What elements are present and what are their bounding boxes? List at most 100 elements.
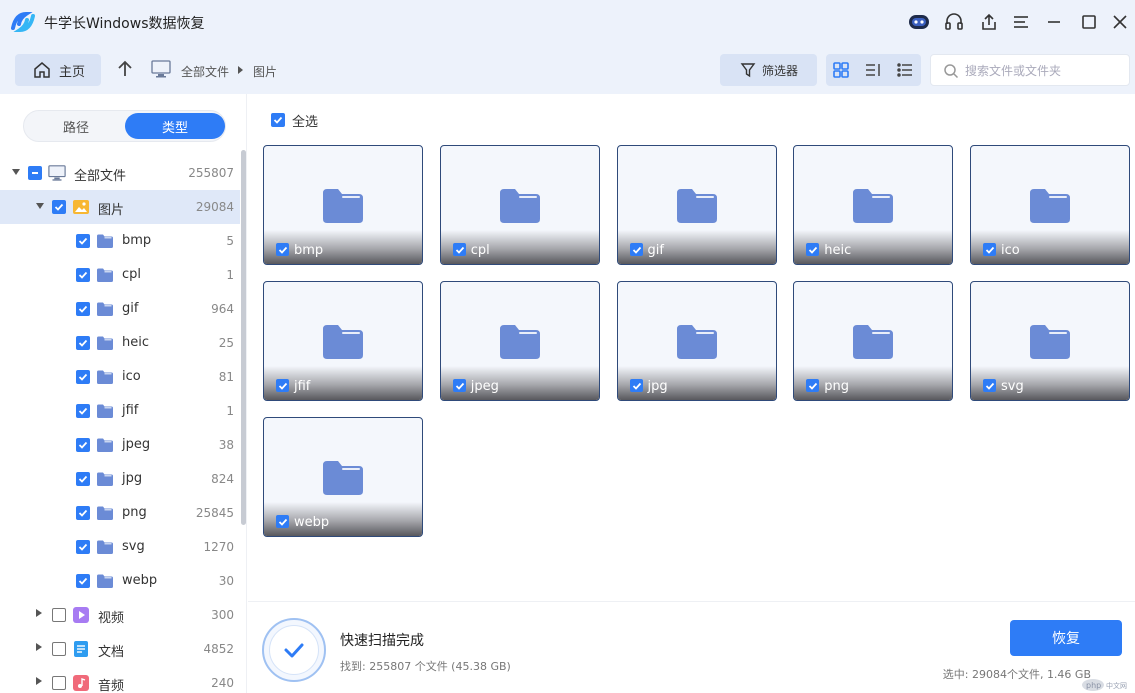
tree-checkbox[interactable] bbox=[76, 472, 90, 486]
tree-item-count: 30 bbox=[218, 574, 234, 588]
caret-right-icon[interactable] bbox=[36, 677, 42, 685]
card-checkbox[interactable] bbox=[806, 379, 820, 392]
tab-path[interactable]: 路径 bbox=[26, 113, 126, 139]
tree-checkbox[interactable] bbox=[76, 404, 90, 418]
caret-right-icon[interactable] bbox=[36, 609, 42, 617]
maximize-icon bbox=[1082, 15, 1096, 29]
search-input[interactable] bbox=[965, 61, 1125, 81]
tree-checkbox[interactable] bbox=[76, 302, 90, 316]
support-button[interactable] bbox=[940, 8, 968, 36]
tree-checkbox[interactable] bbox=[76, 506, 90, 520]
tree-item-heic[interactable]: heic 25 bbox=[0, 326, 240, 360]
go-up-button[interactable] bbox=[114, 58, 136, 80]
card-checkbox[interactable] bbox=[276, 243, 289, 256]
menu-button[interactable] bbox=[1007, 8, 1035, 36]
tree-item-bmp[interactable]: bmp 5 bbox=[0, 224, 240, 258]
card-checkbox[interactable] bbox=[276, 379, 289, 392]
tree-checkbox[interactable] bbox=[52, 608, 66, 622]
tree-checkbox[interactable] bbox=[76, 540, 90, 554]
folder-card[interactable]: webp bbox=[263, 417, 423, 537]
tree-item-count: 38 bbox=[218, 438, 234, 452]
home-button[interactable]: 主页 bbox=[15, 54, 101, 86]
breadcrumb-all-files[interactable]: 全部文件 bbox=[181, 63, 229, 80]
tree-item-count: 29084 bbox=[195, 200, 234, 214]
folder-icon bbox=[96, 232, 114, 250]
tree-checkbox[interactable] bbox=[52, 200, 66, 214]
recover-button[interactable]: 恢复 bbox=[1010, 620, 1122, 656]
card-checkbox[interactable] bbox=[983, 243, 996, 256]
card-checkbox[interactable] bbox=[806, 243, 820, 256]
tree-item-count: 1 bbox=[226, 268, 234, 282]
select-all-label: 全选 bbox=[292, 114, 319, 130]
tree-item-ico[interactable]: ico 81 bbox=[0, 360, 240, 394]
card-checkbox[interactable] bbox=[629, 243, 643, 256]
tree-checkbox[interactable] bbox=[76, 268, 90, 282]
sidebar: 路径 类型 全部文件 255807 图片 29084 bmp 5 cpl 1 gif 964 hei… bbox=[0, 94, 247, 693]
tree-item-音频[interactable]: 音频 240 bbox=[0, 666, 240, 693]
filter-label: 筛选器 bbox=[762, 63, 799, 78]
title-bar: 牛学长Windows数据恢复 bbox=[0, 0, 1135, 44]
tree-checkbox[interactable] bbox=[52, 642, 66, 656]
tree-item-文档[interactable]: 文档 4852 bbox=[0, 632, 240, 666]
folder-card[interactable]: cpl bbox=[439, 145, 600, 265]
tree-item-count: 81 bbox=[218, 370, 234, 384]
folder-card[interactable]: gif bbox=[616, 145, 777, 265]
maximize-button[interactable] bbox=[1075, 8, 1103, 36]
tab-type[interactable]: 类型 bbox=[125, 113, 225, 139]
folder-card[interactable]: bmp bbox=[263, 145, 423, 265]
tree-item-label: cpl bbox=[122, 267, 142, 282]
detail-view-button[interactable] bbox=[863, 60, 883, 80]
select-all-checkbox[interactable]: 全选 bbox=[264, 112, 319, 130]
folder-card[interactable]: heic bbox=[793, 145, 954, 265]
assistant-robot-button[interactable] bbox=[905, 8, 933, 36]
tree-item-label: 文档 bbox=[98, 645, 125, 660]
tree-checkbox[interactable] bbox=[76, 336, 90, 350]
tree-item-视频[interactable]: 视频 300 bbox=[0, 598, 240, 632]
tree-item-count: 824 bbox=[211, 472, 234, 486]
folder-card[interactable]: png bbox=[793, 281, 954, 401]
sidebar-scrollbar[interactable] bbox=[241, 150, 246, 525]
tree-item-webp[interactable]: webp 30 bbox=[0, 564, 240, 598]
tree-item-jpeg[interactable]: jpeg 38 bbox=[0, 428, 240, 462]
grid-view-button[interactable] bbox=[831, 60, 851, 80]
folder-card[interactable]: jpg bbox=[616, 281, 777, 401]
tree-item-svg[interactable]: svg 1270 bbox=[0, 530, 240, 564]
folder-card[interactable]: jfif bbox=[263, 281, 423, 401]
folder-card[interactable]: ico bbox=[970, 145, 1130, 265]
tree-item-图片[interactable]: 图片 29084 bbox=[0, 190, 240, 224]
share-icon bbox=[982, 13, 996, 30]
tree-checkbox[interactable] bbox=[76, 574, 90, 588]
tree-item-jpg[interactable]: jpg 824 bbox=[0, 462, 240, 496]
card-checkbox[interactable] bbox=[452, 243, 466, 256]
filter-button[interactable]: 筛选器 bbox=[720, 54, 817, 86]
caret-down-icon[interactable] bbox=[12, 169, 20, 175]
minimize-button[interactable] bbox=[1040, 8, 1068, 36]
tree-checkbox[interactable] bbox=[76, 234, 90, 248]
tree-item-全部文件[interactable]: 全部文件 255807 bbox=[0, 156, 240, 190]
tree-checkbox[interactable] bbox=[76, 438, 90, 452]
card-checkbox[interactable] bbox=[452, 379, 466, 392]
tree-checkbox[interactable] bbox=[52, 676, 66, 690]
tree-item-jfif[interactable]: jfif 1 bbox=[0, 394, 240, 428]
card-checkbox[interactable] bbox=[629, 379, 643, 392]
list-view-button[interactable] bbox=[895, 60, 915, 80]
card-checkbox[interactable] bbox=[983, 379, 996, 392]
tree-item-cpl[interactable]: cpl 1 bbox=[0, 258, 240, 292]
close-button[interactable] bbox=[1106, 8, 1134, 36]
caret-right-icon[interactable] bbox=[36, 643, 42, 651]
tree-item-png[interactable]: png 25845 bbox=[0, 496, 240, 530]
folder-name: cpl bbox=[470, 243, 490, 258]
caret-down-icon[interactable] bbox=[36, 203, 44, 209]
tree-item-gif[interactable]: gif 964 bbox=[0, 292, 240, 326]
tree-checkbox[interactable] bbox=[76, 370, 90, 384]
tree-checkbox[interactable] bbox=[28, 166, 42, 180]
filter-icon bbox=[740, 63, 756, 78]
share-button[interactable] bbox=[975, 8, 1003, 36]
folder-card[interactable]: jpeg bbox=[439, 281, 600, 401]
folder-icon bbox=[96, 402, 114, 420]
arrow-up-icon bbox=[118, 60, 132, 76]
image-folder-icon bbox=[72, 198, 90, 216]
breadcrumb-images[interactable]: 图片 bbox=[253, 63, 277, 80]
card-checkbox[interactable] bbox=[276, 515, 289, 528]
folder-card[interactable]: svg bbox=[970, 281, 1130, 401]
